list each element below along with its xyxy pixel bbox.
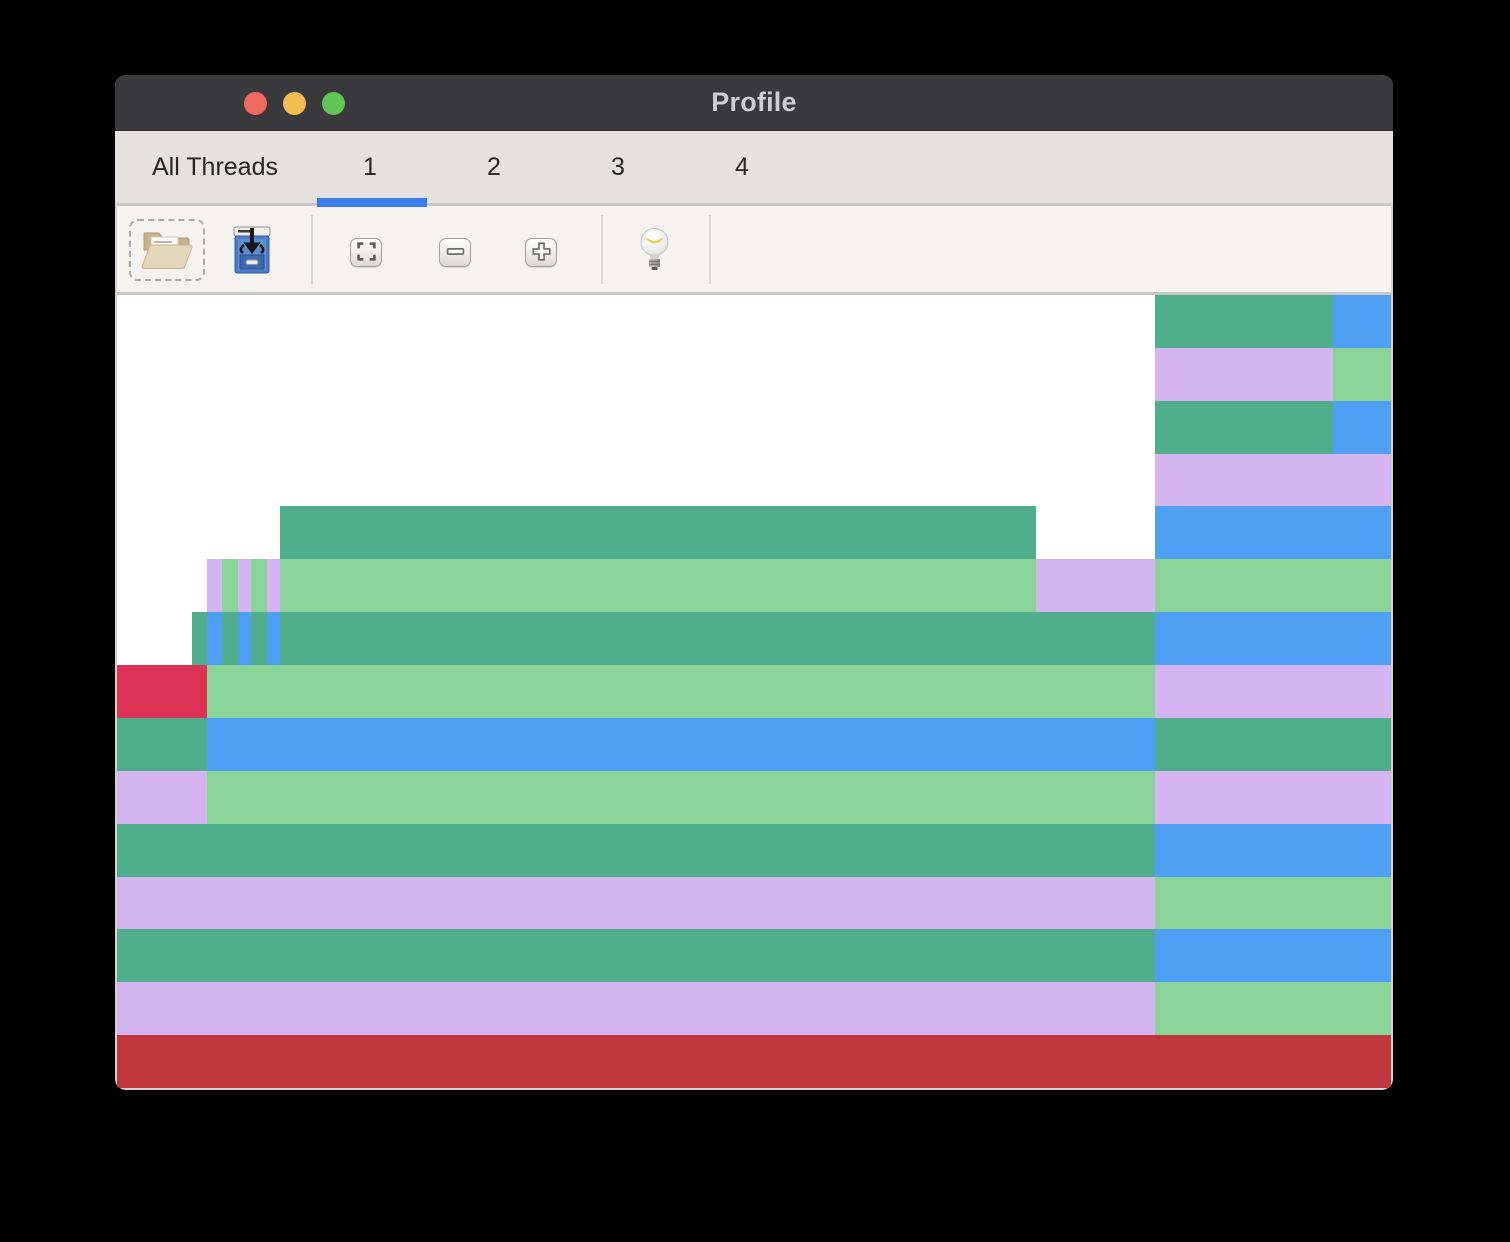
- open-file-button[interactable]: [129, 219, 205, 281]
- flame-segment[interactable]: [117, 824, 1155, 877]
- flame-segment[interactable]: [251, 559, 267, 612]
- plus-icon: [532, 242, 551, 264]
- tab-thread-2[interactable]: 2: [424, 131, 564, 203]
- flame-segment[interactable]: [1036, 559, 1155, 612]
- flame-row: [117, 718, 1391, 771]
- flame-segment[interactable]: [1333, 401, 1391, 454]
- flame-segment[interactable]: [238, 559, 251, 612]
- export-button[interactable]: [233, 226, 271, 278]
- lightbulb-icon: [639, 265, 670, 280]
- flame-segment[interactable]: [207, 612, 222, 665]
- toolbar-separator: [709, 215, 711, 284]
- flame-segment[interactable]: [1155, 506, 1391, 559]
- flame-row: [117, 506, 1391, 559]
- flame-row: [117, 295, 1391, 348]
- flame-segment[interactable]: [1155, 824, 1391, 877]
- flame-segment[interactable]: [1155, 877, 1391, 930]
- flame-row: [117, 559, 1391, 612]
- tab-thread-1[interactable]: 1: [300, 131, 440, 203]
- folder-open-icon: [140, 226, 194, 275]
- flame-segment[interactable]: [207, 718, 1155, 771]
- titlebar[interactable]: Profile: [115, 75, 1393, 131]
- flame-segment[interactable]: [1155, 929, 1391, 982]
- flame-row: [117, 454, 1391, 507]
- main-area: [117, 203, 1391, 1088]
- hint-button[interactable]: [639, 227, 670, 280]
- minus-icon: [446, 242, 465, 264]
- flame-segment[interactable]: [222, 559, 238, 612]
- flame-segment[interactable]: [192, 612, 207, 665]
- flame-row: [117, 929, 1391, 982]
- tab-all-threads[interactable]: All Threads: [145, 131, 285, 203]
- toolbar-separator: [601, 215, 603, 284]
- zoom-out-button[interactable]: [439, 238, 471, 267]
- archive-download-icon: [233, 263, 271, 278]
- zoom-button[interactable]: [322, 92, 345, 115]
- flame-row: [117, 1035, 1391, 1088]
- thread-tab-bar: All Threads 1 2 3 4: [115, 131, 1393, 203]
- minimize-button[interactable]: [283, 92, 306, 115]
- flame-segment[interactable]: [280, 506, 1036, 559]
- zoom-fit-button[interactable]: [350, 238, 382, 267]
- flame-row: [117, 612, 1391, 665]
- flame-segment[interactable]: [280, 612, 1155, 665]
- flame-segment[interactable]: [1333, 348, 1391, 401]
- window-title: Profile: [711, 87, 796, 118]
- flame-segment[interactable]: [1333, 295, 1391, 348]
- flame-row: [117, 771, 1391, 824]
- flame-row: [117, 401, 1391, 454]
- selected-tab-indicator: [317, 198, 427, 207]
- flame-segment[interactable]: [280, 559, 1036, 612]
- flame-segment[interactable]: [251, 612, 267, 665]
- flame-segment[interactable]: [267, 612, 280, 665]
- flame-segment[interactable]: [1155, 612, 1391, 665]
- flame-segment[interactable]: [1155, 771, 1391, 824]
- flame-segment[interactable]: [117, 665, 207, 718]
- toolbar-separator: [311, 215, 313, 284]
- flame-segment[interactable]: [117, 929, 1155, 982]
- flame-row: [117, 982, 1391, 1035]
- flame-segment[interactable]: [1155, 401, 1333, 454]
- tab-thread-4[interactable]: 4: [672, 131, 812, 203]
- flame-segment[interactable]: [207, 771, 1155, 824]
- flame-segment[interactable]: [1155, 559, 1391, 612]
- window-controls: [115, 75, 345, 131]
- profile-window: Profile All Threads 1 2 3 4: [115, 75, 1393, 1090]
- flame-segment[interactable]: [207, 559, 222, 612]
- flame-segment[interactable]: [1155, 295, 1333, 348]
- flame-row: [117, 877, 1391, 930]
- flame-segment[interactable]: [1155, 665, 1391, 718]
- tab-thread-3[interactable]: 3: [548, 131, 688, 203]
- flame-segment[interactable]: [238, 612, 251, 665]
- flame-graph: [117, 295, 1391, 1088]
- flame-segment[interactable]: [1155, 348, 1333, 401]
- fit-screen-icon: [357, 242, 376, 264]
- flame-segment[interactable]: [1155, 718, 1391, 771]
- flame-segment[interactable]: [117, 982, 1155, 1035]
- toolbar: [117, 206, 1391, 295]
- flame-segment[interactable]: [1155, 454, 1391, 507]
- flame-segment[interactable]: [207, 665, 1155, 718]
- flame-segment[interactable]: [267, 559, 280, 612]
- flame-segment[interactable]: [222, 612, 238, 665]
- flame-row: [117, 348, 1391, 401]
- flame-segment[interactable]: [117, 877, 1155, 930]
- flame-segment[interactable]: [1155, 982, 1391, 1035]
- zoom-in-button[interactable]: [525, 238, 557, 267]
- flame-segment[interactable]: [117, 1035, 1391, 1088]
- close-button[interactable]: [244, 92, 267, 115]
- flame-row: [117, 665, 1391, 718]
- flame-segment[interactable]: [117, 771, 207, 824]
- flame-row: [117, 824, 1391, 877]
- flame-segment[interactable]: [117, 718, 207, 771]
